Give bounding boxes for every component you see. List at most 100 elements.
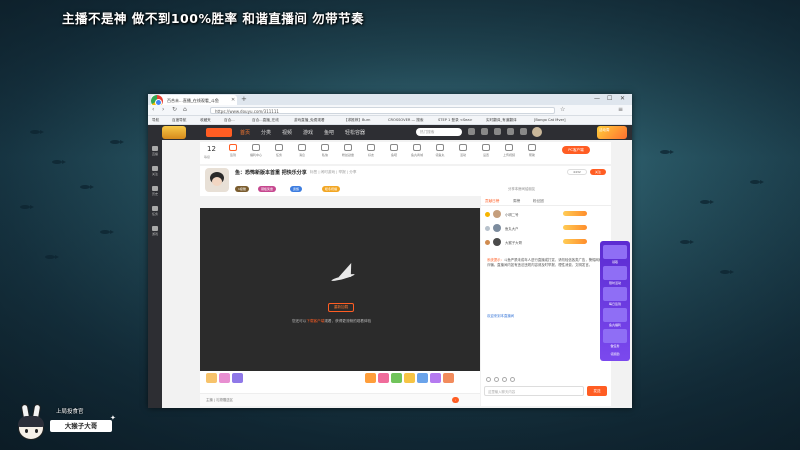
nav-yuba[interactable]: 鱼吧 [324,129,334,136]
tab-daily-rank[interactable]: 贡献日榜 [485,199,499,204]
gift-item[interactable] [365,373,376,383]
toolbar-item[interactable]: 任务 [270,144,288,157]
follow-count: 4432 [567,169,587,175]
refresh-icon[interactable]: ↻ [172,106,177,113]
live-icon[interactable] [507,128,514,135]
bookmark-item[interactable]: 百合...直播_在线 [252,118,279,123]
promo-card[interactable] [603,329,627,343]
sidebar-item-task[interactable]: 任务 [150,206,160,218]
chat-input[interactable]: 这里输入聊天内容 [484,386,584,396]
promo-banner[interactable]: 活动周 [597,126,627,139]
promo-label: 领取 [611,260,618,264]
bookmark-item[interactable]: 【求推荐】Burn [344,118,370,123]
rank-row[interactable]: 鱼丸大户 [483,223,609,234]
follow-button[interactable]: 关注 [590,169,606,175]
toolbar-item[interactable]: 设置 [477,144,495,157]
toolbar-item[interactable]: 粉丝勋章 [339,144,357,157]
color-icon[interactable] [510,377,515,382]
bookmark-item[interactable]: 收藏夹 [200,118,211,123]
toolbar-item[interactable]: 签到 [224,144,242,157]
history-icon[interactable] [468,128,475,135]
follow-icon[interactable] [481,128,488,135]
anchor-avatar[interactable] [205,168,229,192]
bookmark-item[interactable]: 实时翻译_有道翻译 [486,118,517,123]
new-tab-icon[interactable]: + [241,95,247,103]
browser-tab[interactable]: 百合未...直播_在线观看_斗鱼 ✕ [151,95,237,105]
video-player[interactable]: 重新加载 您还可以下载客户端观看，获得更流畅的观看体验 [200,208,480,371]
tab-weekly-rank[interactable]: 周榜 [513,199,520,204]
toolbar-item[interactable]: 鱼吧 [385,144,403,157]
message-icon[interactable] [520,128,527,135]
toolbar-item[interactable]: 帮助 [523,144,541,157]
send-button[interactable]: 发送 [587,386,607,396]
bookmark-item[interactable]: 百度导航 [172,118,186,123]
tab-fans[interactable]: 粉丝团 [533,199,544,204]
toolbar-item[interactable]: 活动 [454,144,472,157]
reload-button[interactable]: 重新加载 [328,303,354,312]
sidebar-item-game[interactable]: 游戏 [150,226,160,238]
rank-row[interactable]: 小明二号 [483,209,609,220]
toolbar-item[interactable]: 领鱼丸 [431,144,449,157]
toolbar-item[interactable]: 上传视频 [500,144,518,157]
nav-video[interactable]: 视频 [282,129,292,136]
gift-item[interactable] [232,373,243,383]
toolbar-item[interactable]: 福利中心 [247,144,265,157]
url-input[interactable]: https://www.douyu.com/311111 [210,107,555,114]
back-icon[interactable]: ‹ [152,106,154,113]
rank-medal-icon [485,226,490,231]
bookmark-item[interactable]: STEP 1 登录 <Sea> [438,118,473,123]
nav-category[interactable]: 分类 [261,129,271,136]
sidebar-label: 游戏 [151,232,158,236]
toolbar-item[interactable]: 私信 [316,144,334,157]
download-client-link[interactable]: 下载客户端 [306,319,324,323]
bookmark-item[interactable]: 游戏直播_免费观看 [294,118,325,123]
gift-icon[interactable] [494,377,499,382]
bookmark-item[interactable]: CROSSOVER — 搜索 [388,118,423,123]
close-window-icon[interactable]: ✕ [620,95,625,102]
toolbar-item[interactable]: 鱼丸商城 [408,144,426,157]
home-icon[interactable]: ⌂ [183,106,187,113]
promo-card[interactable] [603,245,627,259]
gift-item[interactable] [430,373,441,383]
rank-row[interactable]: 大猴子大哥 [483,237,609,248]
download-icon[interactable] [494,128,501,135]
gift-item[interactable] [219,373,230,383]
maximize-icon[interactable]: ☐ [607,95,612,102]
gift-item[interactable] [378,373,389,383]
promo-card[interactable] [603,266,627,280]
gift-input[interactable]: 主播 | 礼物赠送区 [206,397,233,402]
room-meta: 标签 | 闲时游戏 | 举报 | 分享 [310,170,357,174]
star-icon[interactable]: ☆ [560,106,565,113]
menu-icon[interactable]: ≡ [618,106,623,113]
minimize-icon[interactable]: — [594,95,600,102]
forward-icon[interactable]: › [162,106,164,113]
douyu-logo[interactable] [206,128,232,137]
toolbar-item[interactable]: 好友 [362,144,380,157]
bookmark-item[interactable]: [Bongo Cat Mver] [534,118,566,122]
share-text[interactable]: 分享本房间给朋友 [508,186,535,191]
user-avatar[interactable] [532,127,542,137]
toolbar-item[interactable]: 消息 [293,144,311,157]
close-icon[interactable]: ✕ [231,97,235,103]
gift-item[interactable] [443,373,454,383]
emoji-icon[interactable] [486,377,491,382]
sidebar-item-history[interactable]: 历史 [150,186,160,198]
bookmark-item[interactable]: 百合... [224,118,235,123]
pc-client-button[interactable]: PC客户端 [562,146,590,154]
gift-item[interactable] [391,373,402,383]
promo-card[interactable] [603,287,627,301]
chat-tip[interactable]: 欢迎来到本直播间 [487,314,514,318]
gift-item[interactable] [417,373,428,383]
barrage-icon[interactable] [502,377,507,382]
gift-item[interactable] [404,373,415,383]
sidebar-item-live[interactable]: 直播 [150,146,160,158]
search-input[interactable]: 热门搜索 [416,128,462,136]
nav-home[interactable]: 首页 [240,129,250,136]
promo-card[interactable] [603,308,627,322]
nav-game[interactable]: 游戏 [303,129,313,136]
bookmark-item[interactable]: 导航 [152,118,159,123]
gift-send-button[interactable]: › [452,397,460,403]
nav-container[interactable]: 轻松容器 [345,129,365,136]
sidebar-item-follow[interactable]: 关注 [150,166,160,178]
gift-item[interactable] [206,373,217,383]
